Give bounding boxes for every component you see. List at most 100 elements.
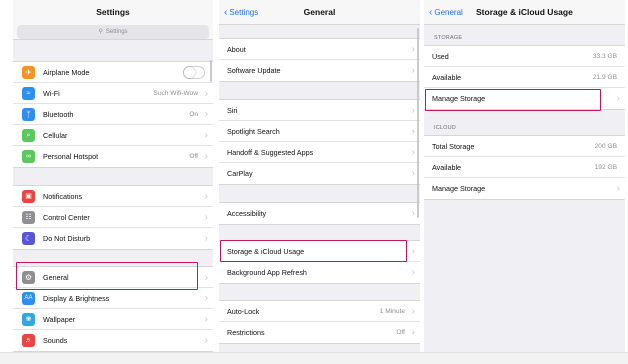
- settings-item-label: Airplane Mode: [43, 68, 90, 77]
- icloud-available-value: 192 GB: [594, 164, 617, 171]
- settings-item-control-center[interactable]: ☷ Control Center ›: [13, 207, 213, 228]
- general-item-label: Handoff & Suggested Apps: [227, 148, 314, 157]
- general-group-accessibility: Accessibility ›: [219, 202, 420, 225]
- display-icon: AA: [22, 292, 35, 305]
- settings-group-general: ⚙ General › AA Display & Brightness › ❀ …: [13, 266, 213, 352]
- page-title: General: [303, 7, 336, 17]
- general-group-storage: Storage & iCloud Usage › Background App R…: [219, 240, 420, 284]
- chevron-right-icon: ›: [204, 212, 208, 223]
- general-item-carplay[interactable]: CarPlay ›: [219, 163, 420, 184]
- general-item-restrictions[interactable]: Restrictions Off ›: [219, 322, 420, 343]
- general-item-siri[interactable]: Siri ›: [219, 100, 420, 121]
- chevron-right-icon: ›: [411, 126, 415, 137]
- general-nav-bar: ‹ Settings General: [219, 0, 420, 25]
- search-placeholder: Settings: [105, 29, 128, 35]
- chevron-right-icon: ›: [204, 272, 208, 283]
- chevron-right-icon: ›: [204, 88, 208, 99]
- settings-item-display-brightness[interactable]: AA Display & Brightness ›: [13, 288, 213, 309]
- settings-item-do-not-disturb[interactable]: ☾ Do Not Disturb ›: [13, 228, 213, 249]
- chevron-right-icon: ›: [204, 130, 208, 141]
- settings-item-sounds[interactable]: ♬ Sounds ›: [13, 330, 213, 351]
- bluetooth-icon: ᛉ: [22, 108, 35, 121]
- chevron-right-icon: ›: [411, 208, 415, 219]
- cellular-icon: ⌕: [22, 129, 35, 142]
- chevron-right-icon: ›: [411, 168, 415, 179]
- chevron-right-icon: ›: [411, 65, 415, 76]
- general-item-label: CarPlay: [227, 169, 253, 178]
- general-item-label: Software Update: [227, 66, 281, 75]
- storage-item-used: Used 33.3 GB: [424, 46, 625, 67]
- search-icon: ⚲: [98, 29, 103, 35]
- settings-item-cellular[interactable]: ⌕ Cellular ›: [13, 125, 213, 146]
- settings-item-label: Wallpaper: [43, 315, 76, 324]
- hotspot-icon: ∞: [22, 150, 35, 163]
- chevron-right-icon: ›: [411, 327, 415, 338]
- settings-group-connectivity: ✈ Airplane Mode ≈ Wi-Fi Such Wifi-Wow › …: [13, 61, 213, 168]
- chevron-right-icon: ›: [411, 246, 415, 257]
- settings-item-label: Sounds: [43, 336, 68, 345]
- general-item-label: Storage & iCloud Usage: [227, 247, 305, 256]
- bluetooth-value: On: [189, 111, 198, 118]
- settings-item-label: Display & Brightness: [43, 294, 110, 303]
- settings-panel: Settings ⚲ Settings ✈ Airplane Mode ≈ Wi-…: [13, 0, 213, 352]
- storage-available-value: 21.9 GB: [592, 74, 617, 81]
- settings-item-label: Cellular: [43, 131, 68, 140]
- icloud-item-total-storage: Total Storage 200 GB: [424, 136, 625, 157]
- settings-item-notifications[interactable]: ▣ Notifications ›: [13, 186, 213, 207]
- settings-item-bluetooth[interactable]: ᛉ Bluetooth On ›: [13, 104, 213, 125]
- scrollbar[interactable]: [210, 60, 212, 82]
- search-input[interactable]: ⚲ Settings: [17, 25, 209, 39]
- page-title: Settings: [96, 7, 130, 17]
- icloud-item-manage-storage[interactable]: Manage Storage ›: [424, 178, 625, 199]
- general-group-autolock: Auto-Lock 1 Minute › Restrictions Off ›: [219, 300, 420, 344]
- chevron-right-icon: ›: [204, 191, 208, 202]
- icloud-item-label: Manage Storage: [432, 184, 486, 193]
- settings-item-personal-hotspot[interactable]: ∞ Personal Hotspot Off ›: [13, 146, 213, 167]
- settings-item-label: Personal Hotspot: [43, 152, 99, 161]
- general-item-label: Background App Refresh: [227, 268, 307, 277]
- storage-nav-bar: ‹ General Storage & iCloud Usage: [424, 0, 625, 25]
- general-item-label: Restrictions: [227, 328, 265, 337]
- general-item-spotlight-search[interactable]: Spotlight Search ›: [219, 121, 420, 142]
- storage-item-available: Available 21.9 GB: [424, 67, 625, 88]
- section-header-storage: STORAGE: [434, 35, 463, 41]
- settings-item-label: Wi-Fi: [43, 89, 60, 98]
- general-item-handoff[interactable]: Handoff & Suggested Apps ›: [219, 142, 420, 163]
- section-header-icloud: ICLOUD: [434, 125, 456, 131]
- moon-icon: ☾: [22, 232, 35, 245]
- icloud-group: Total Storage 200 GB Available 192 GB Mana…: [424, 135, 625, 200]
- screenshot-frame: Settings ⚲ Settings ✈ Airplane Mode ≈ Wi-…: [0, 0, 628, 364]
- notifications-icon: ▣: [22, 190, 35, 203]
- general-panel: ‹ Settings General About › Software Update…: [219, 0, 420, 352]
- chevron-right-icon: ›: [204, 293, 208, 304]
- storage-item-label: Manage Storage: [432, 94, 486, 103]
- general-item-label: Siri: [227, 106, 238, 115]
- settings-item-label: Notifications: [43, 192, 83, 201]
- page-title: Storage & iCloud Usage: [476, 7, 573, 17]
- restrictions-value: Off: [396, 329, 405, 336]
- icloud-item-label: Total Storage: [432, 142, 475, 151]
- back-button[interactable]: ‹ General: [429, 0, 463, 25]
- chevron-right-icon: ›: [616, 93, 620, 104]
- chevron-right-icon: ›: [411, 147, 415, 158]
- settings-item-wifi[interactable]: ≈ Wi-Fi Such Wifi-Wow ›: [13, 83, 213, 104]
- general-item-storage-icloud[interactable]: Storage & iCloud Usage ›: [219, 241, 420, 262]
- general-item-label: About: [227, 45, 246, 54]
- settings-item-wallpaper[interactable]: ❀ Wallpaper ›: [13, 309, 213, 330]
- general-item-background-refresh[interactable]: Background App Refresh ›: [219, 262, 420, 283]
- general-item-auto-lock[interactable]: Auto-Lock 1 Minute ›: [219, 301, 420, 322]
- general-group-siri: Siri › Spotlight Search › Handoff & Sugges…: [219, 99, 420, 185]
- airplane-icon: ✈: [22, 66, 35, 79]
- settings-item-airplane-mode[interactable]: ✈ Airplane Mode: [13, 62, 213, 83]
- general-item-accessibility[interactable]: Accessibility ›: [219, 203, 420, 224]
- storage-group: Used 33.3 GB Available 21.9 GB Manage Stor…: [424, 45, 625, 110]
- storage-used-value: 33.3 GB: [592, 53, 617, 60]
- scrollbar[interactable]: [417, 28, 419, 218]
- storage-item-manage-storage[interactable]: Manage Storage ›: [424, 88, 625, 109]
- general-item-about[interactable]: About ›: [219, 39, 420, 60]
- icloud-total-value: 200 GB: [594, 143, 617, 150]
- airplane-mode-toggle[interactable]: [183, 66, 205, 79]
- settings-item-general[interactable]: ⚙ General ›: [13, 267, 213, 288]
- sounds-icon: ♬: [22, 334, 35, 347]
- general-item-software-update[interactable]: Software Update ›: [219, 60, 420, 81]
